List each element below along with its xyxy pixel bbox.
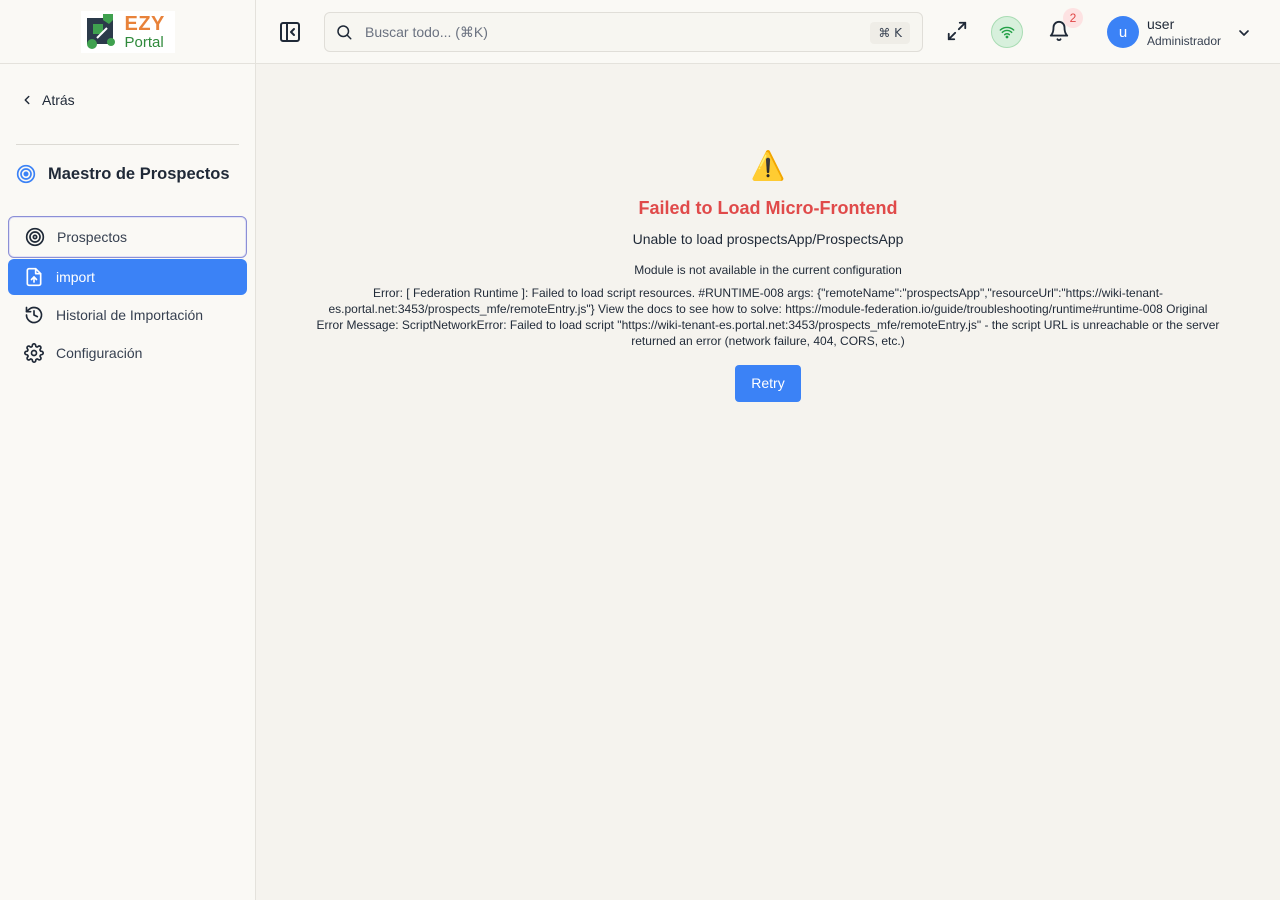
- main-content: ⚠️ Failed to Load Micro-Frontend Unable …: [256, 64, 1280, 900]
- search-input[interactable]: [365, 24, 835, 40]
- back-link[interactable]: Atrás: [20, 92, 75, 108]
- top-header: ⌘ K 2 u user Administrador: [256, 0, 1280, 64]
- sidebar: EZY Portal Atrás Maestro de Prospectos P…: [0, 0, 256, 900]
- error-title: Failed to Load Micro-Frontend: [638, 198, 898, 218]
- chevron-down-icon[interactable]: [1236, 25, 1252, 41]
- user-name: user: [1147, 16, 1175, 32]
- file-upload-icon: [26, 267, 42, 287]
- search-shortcut-badge: ⌘ K: [870, 22, 910, 44]
- sidebar-item-historial[interactable]: Historial de Importación: [8, 297, 247, 333]
- chevron-left-icon: [24, 95, 30, 105]
- sidebar-item-label: Prospectos: [57, 229, 128, 245]
- sidebar-item-configuracion[interactable]: Configuración: [8, 335, 247, 371]
- wifi-icon: [999, 26, 1015, 39]
- search-icon: [337, 25, 352, 40]
- sidebar-item-label: Historial de Importación: [56, 307, 204, 323]
- logo-text-ezy: EZY: [124, 12, 165, 35]
- sidebar-nav: Prospectos import Historial de Importaci…: [8, 216, 247, 373]
- gear-icon: [24, 343, 44, 363]
- target-icon: [16, 164, 36, 184]
- retry-button[interactable]: Retry: [735, 365, 801, 402]
- target-icon: [25, 227, 45, 247]
- logo-text-portal: Portal: [124, 33, 164, 51]
- logo[interactable]: EZY Portal: [80, 10, 175, 53]
- connection-status-button[interactable]: [991, 16, 1023, 48]
- global-search[interactable]: ⌘ K: [324, 12, 923, 52]
- sidebar-item-prospectos[interactable]: Prospectos: [8, 216, 247, 258]
- logo-mark-icon: [86, 13, 115, 49]
- avatar[interactable]: u: [1107, 16, 1139, 48]
- sidebar-item-import[interactable]: import: [8, 259, 247, 295]
- sidebar-item-label: import: [56, 269, 95, 285]
- user-menu[interactable]: user Administrador: [1147, 16, 1221, 49]
- user-role: Administrador: [1147, 33, 1222, 48]
- sidebar-divider: [16, 144, 239, 145]
- logo-area: EZY Portal: [0, 0, 255, 64]
- back-label: Atrás: [42, 92, 75, 108]
- notification-badge: 2: [1063, 8, 1083, 28]
- section-title: Maestro de Prospectos: [16, 164, 230, 184]
- section-title-text: Maestro de Prospectos: [48, 164, 230, 183]
- error-detail: Error: [ Federation Runtime ]: Failed to…: [316, 286, 1220, 348]
- error-panel: ⚠️ Failed to Load Micro-Frontend Unable …: [312, 148, 1224, 402]
- sidebar-item-label: Configuración: [56, 345, 143, 361]
- error-module-message: Module is not available in the current c…: [634, 263, 902, 277]
- history-icon: [25, 306, 43, 324]
- warning-icon: ⚠️: [750, 150, 786, 181]
- sidebar-toggle-icon[interactable]: [278, 20, 302, 44]
- fullscreen-icon[interactable]: [946, 20, 968, 42]
- error-subtitle: Unable to load prospectsApp/ProspectsApp: [632, 231, 904, 247]
